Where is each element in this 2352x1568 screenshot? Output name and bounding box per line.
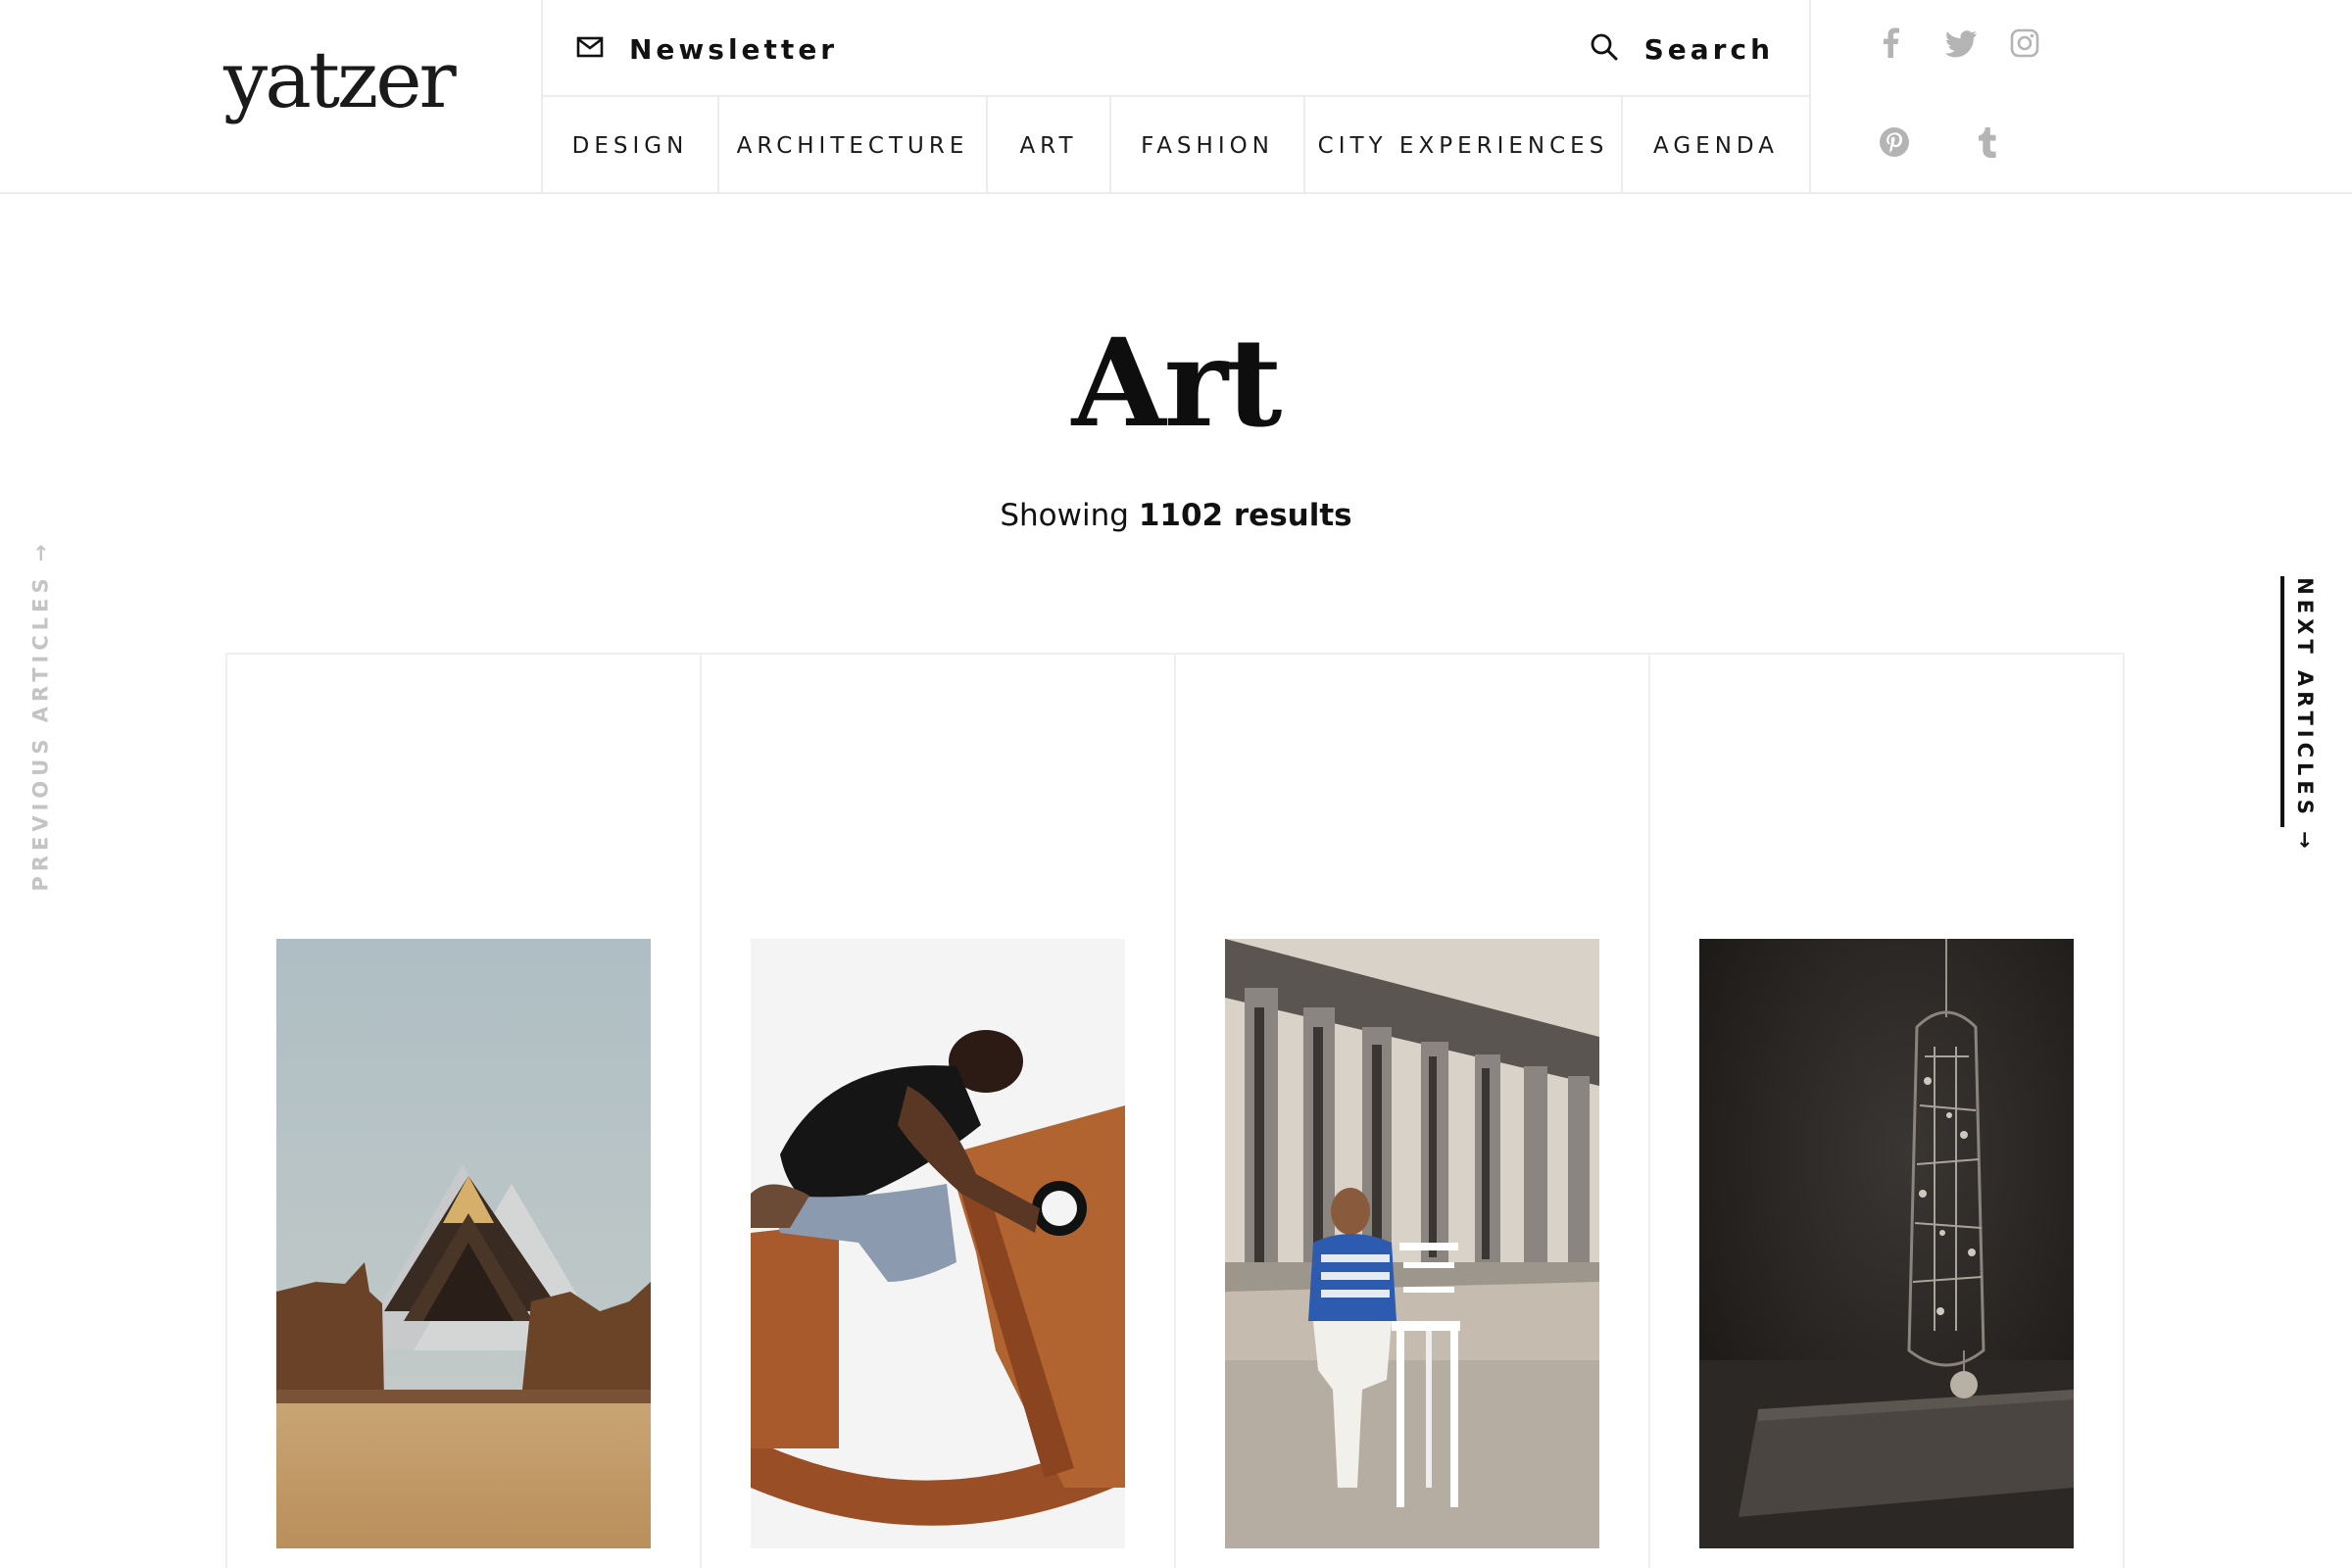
nav-item-architecture[interactable]: ARCHITECTURE bbox=[719, 97, 988, 194]
site-logo[interactable]: yatzer bbox=[223, 41, 457, 120]
next-articles-link[interactable]: NEXT ARTICLES → bbox=[2276, 577, 2334, 854]
article-image-hanging-sculpture[interactable] bbox=[1699, 939, 2074, 1548]
page-title: Art bbox=[1071, 313, 1283, 455]
search-icon bbox=[1590, 32, 1619, 67]
instagram-icon[interactable] bbox=[2009, 27, 2040, 59]
newsletter-label: Newsletter bbox=[629, 32, 839, 66]
next-articles-label: NEXT ARTICLES → bbox=[2293, 577, 2318, 854]
tumblr-icon[interactable] bbox=[1974, 125, 2001, 159]
results-prefix: Showing bbox=[1000, 498, 1129, 533]
main-nav: DESIGN ARCHITECTURE ART FASHION CITY EXP… bbox=[543, 97, 1809, 194]
results-summary: Showing 1102 results bbox=[0, 498, 2352, 533]
search-button[interactable]: Search bbox=[1590, 27, 1774, 71]
previous-articles-label: PREVIOUS ARTICLES → bbox=[29, 539, 54, 892]
article-card[interactable] bbox=[1176, 655, 1650, 1568]
site-header: yatzer Newsletter Search DESIGN ARCHITEC… bbox=[0, 0, 2352, 194]
newsletter-button[interactable]: Newsletter bbox=[576, 27, 838, 71]
search-label: Search bbox=[1643, 32, 1774, 66]
pinterest-icon[interactable] bbox=[1878, 125, 1911, 159]
twitter-icon[interactable] bbox=[1942, 29, 1980, 59]
header-center: Newsletter Search DESIGN ARCHITECTURE AR… bbox=[541, 0, 1811, 194]
article-card[interactable] bbox=[227, 655, 702, 1568]
article-image-parthenon[interactable] bbox=[1225, 939, 1599, 1548]
nav-item-art[interactable]: ART bbox=[988, 97, 1111, 194]
nav-item-agenda[interactable]: AGENDA bbox=[1623, 97, 1809, 194]
header-top-row: Newsletter Search bbox=[543, 0, 1809, 97]
nav-item-city-experiences[interactable]: CITY EXPERIENCES bbox=[1305, 97, 1623, 194]
envelope-icon bbox=[576, 36, 604, 63]
page: yatzer Newsletter Search DESIGN ARCHITEC… bbox=[0, 0, 2352, 1568]
article-grid bbox=[225, 653, 2125, 1568]
previous-articles-link[interactable]: PREVIOUS ARTICLES → bbox=[12, 539, 71, 891]
article-card[interactable] bbox=[702, 655, 1176, 1568]
article-image-desert-pyramids[interactable] bbox=[276, 939, 651, 1548]
results-count: 1102 results bbox=[1138, 498, 1352, 533]
article-image-rocking-chair[interactable] bbox=[751, 939, 1125, 1548]
article-card[interactable] bbox=[1650, 655, 2125, 1568]
nav-item-fashion[interactable]: FASHION bbox=[1111, 97, 1305, 194]
facebook-icon[interactable] bbox=[1874, 25, 1907, 59]
nav-item-design[interactable]: DESIGN bbox=[543, 97, 719, 194]
